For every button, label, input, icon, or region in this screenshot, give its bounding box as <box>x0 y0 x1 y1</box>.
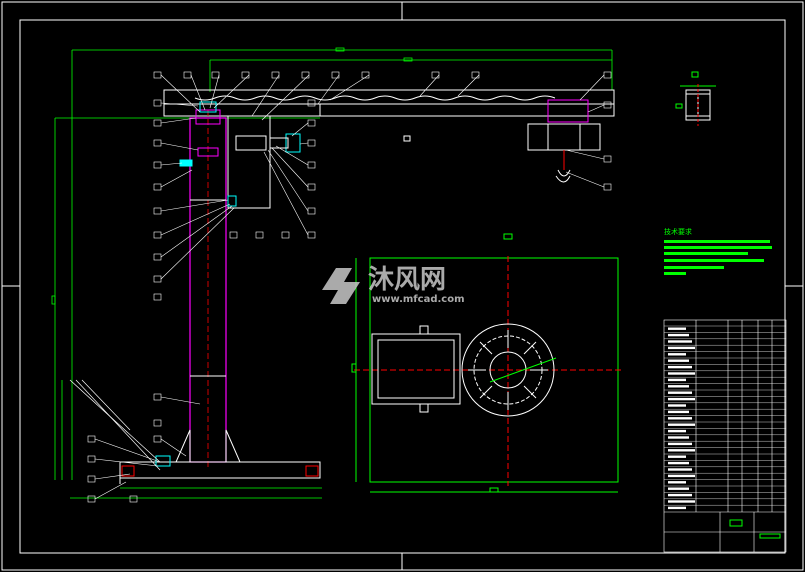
notes-heading: 技术要求 <box>664 227 692 236</box>
parts-list-cell-mark <box>668 493 692 497</box>
parts-list-cell-mark <box>668 461 689 465</box>
parts-list-cell-mark <box>668 353 686 356</box>
parts-list-cell-mark <box>668 365 692 369</box>
parts-list-cell-mark <box>668 397 695 401</box>
hoist-trolley <box>527 99 601 183</box>
parts-list-cell-mark <box>668 474 695 478</box>
balloon-callouts-right <box>229 99 316 239</box>
parts-list-cell-mark <box>668 410 689 414</box>
parts-list-cell-mark <box>668 359 689 362</box>
parts-list-cell-mark <box>668 442 692 446</box>
parts-list-cell-mark <box>668 500 695 503</box>
technical-notes <box>664 240 772 275</box>
parts-list-cell-mark <box>668 429 686 433</box>
support-bracket <box>227 115 301 209</box>
watermark: 沐风网 www.mfcad.com <box>322 265 465 305</box>
watermark-url: www.mfcad.com <box>372 294 465 305</box>
parts-list-cell-mark <box>668 327 686 330</box>
balloon-callouts-left <box>87 99 235 503</box>
jib-boom <box>163 89 615 117</box>
parts-list-rows <box>664 325 786 510</box>
parts-list-cell-mark <box>668 423 695 426</box>
title-block-label <box>729 519 743 527</box>
column <box>175 101 241 470</box>
parts-list-cell-mark <box>668 455 686 458</box>
parts-list-cell-mark <box>668 404 686 407</box>
parts-list-cell-mark <box>668 506 686 510</box>
parts-list-cell-mark <box>668 372 695 375</box>
parts-list-cell-mark <box>668 481 686 484</box>
stay-lines <box>69 379 161 471</box>
parts-list-cell-mark <box>668 346 695 350</box>
parts-list-cell-mark <box>668 417 692 420</box>
parts-list-cell-mark <box>668 436 689 439</box>
drawing-number-field <box>759 533 781 539</box>
parts-list-cell-mark <box>668 340 692 343</box>
base-plate <box>119 455 321 484</box>
parts-list-cell-mark <box>668 391 692 394</box>
parts-list-cell-mark <box>668 333 689 337</box>
ibeam-section-detail <box>675 71 716 126</box>
watermark-logo-icon <box>322 268 360 304</box>
parts-list-cell-mark <box>668 468 692 471</box>
cad-drawing-canvas: 技术要求 沐风网 www.mfcad.com <box>1 1 804 571</box>
foundation-plan-view <box>351 135 622 493</box>
parts-list-cell-mark <box>668 487 689 490</box>
parts-list-cell-mark <box>668 378 686 382</box>
watermark-brand: 沐风网 <box>368 265 446 295</box>
parts-list-cell-mark <box>668 449 695 452</box>
parts-list-cell-mark <box>668 385 689 388</box>
